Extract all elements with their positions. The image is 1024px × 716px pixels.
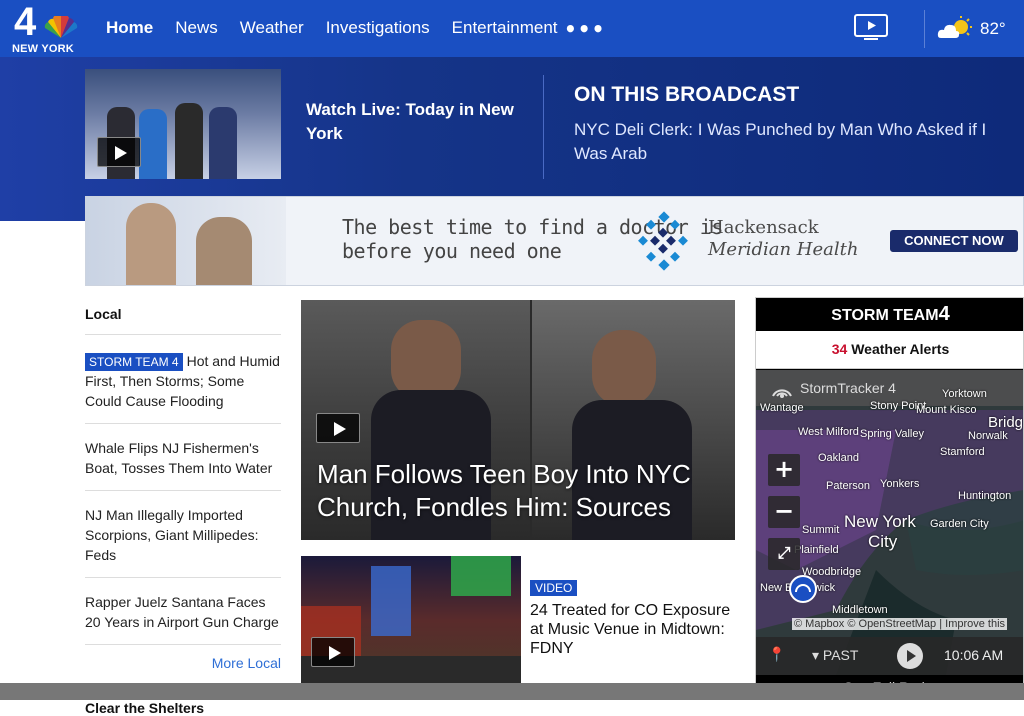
nav-weather[interactable]: Weather — [240, 18, 304, 38]
today-show-thumbnail[interactable] — [85, 69, 281, 179]
storm-team-badge: STORM TEAM 4 — [85, 353, 183, 371]
weather-panel: STORM TEAM4 34 Weather Alerts StormTrack… — [755, 297, 1024, 700]
page-bottom-bar — [0, 683, 1024, 700]
story-headline: NJ Man Illegally Imported Scorpions, Gia… — [85, 507, 259, 563]
hero-divider — [543, 75, 544, 179]
map-label: Garden City — [930, 518, 989, 530]
on-this-broadcast-title: ON THIS BROADCAST — [574, 83, 800, 106]
story-headline: Whale Flips NJ Fishermen's Boat, Tosses … — [85, 440, 273, 476]
main-story-card[interactable]: Man Follows Teen Boy Into NYC Church, Fo… — [301, 300, 735, 540]
map-label: Stamford — [940, 446, 985, 458]
alerts-count: 34 — [831, 341, 848, 357]
hackensack-ad-banner[interactable]: The best time to find a doctor is before… — [85, 196, 1024, 286]
sub-story-thumbnail[interactable] — [301, 556, 521, 686]
list-item[interactable]: STORM TEAM 4 Hot and Humid First, Then St… — [85, 335, 281, 424]
storm-team-number: 4 — [938, 303, 950, 325]
broadcast-story-text: NYC Deli Clerk: I Was Punched by Man Who… — [574, 120, 987, 163]
storm-team-4-logo[interactable]: STORM TEAM4 — [756, 298, 1023, 331]
ad-doctors-photo — [86, 197, 286, 285]
more-local-link[interactable]: More Local — [85, 645, 281, 686]
hackensack-logo-icon — [638, 211, 688, 271]
map-label: Summit — [802, 524, 840, 536]
map-label: Norwalk — [968, 430, 1008, 442]
connect-now-button[interactable]: CONNECT NOW — [890, 230, 1018, 252]
nav-divider — [924, 10, 925, 48]
story-headline: Rapper Juelz Santana Faces 20 Years in A… — [85, 594, 279, 630]
play-icon[interactable] — [97, 137, 141, 167]
map-label: Bridg — [988, 414, 1024, 431]
watch-tv-icon[interactable] — [854, 14, 888, 42]
map-label: Huntington — [958, 490, 1012, 502]
video-badge: VIDEO — [530, 580, 578, 596]
radar-timeline-controls: 📍 ▾ PAST 10:06 AM — [756, 637, 1023, 675]
map-label: Plainfield — [794, 544, 839, 556]
nav-entertainment[interactable]: Entertainment — [452, 18, 558, 38]
list-item[interactable]: Whale Flips NJ Fishermen's Boat, Tosses … — [85, 424, 281, 491]
map-pin-icon[interactable]: 📍 — [768, 646, 785, 663]
map-label: City — [868, 532, 898, 551]
radar-time: 10:06 AM — [944, 647, 1004, 663]
hackensack-wordmark: Hackensack Meridian Health — [708, 217, 858, 261]
storm-team-text: STORM TEAM — [831, 307, 939, 324]
local-section-title[interactable]: Local — [85, 300, 281, 335]
nav-home[interactable]: Home — [106, 18, 153, 38]
map-label: Wantage — [760, 402, 804, 414]
zoom-in-button[interactable]: + — [768, 454, 800, 486]
fullscreen-icon[interactable]: ⤢ — [768, 538, 800, 570]
map-label: Middletown — [832, 604, 888, 616]
nav-investigations[interactable]: Investigations — [326, 18, 430, 38]
play-icon[interactable] — [316, 413, 360, 443]
zoom-out-button[interactable]: − — [768, 496, 800, 528]
map-label: New York — [844, 512, 916, 531]
radar-play-icon[interactable] — [896, 642, 924, 670]
logo-city: NEW YORK — [12, 43, 74, 55]
local-news-list: Local STORM TEAM 4 Hot and Humid First, T… — [85, 300, 281, 716]
ellipsis-icon[interactable]: ••• — [564, 19, 605, 39]
broadcast-story-link[interactable]: NYC Deli Clerk: I Was Punched by Man Who… — [574, 118, 1024, 166]
alerts-label: Weather Alerts — [851, 341, 950, 357]
ad-brand-line1: Hackensack — [708, 217, 819, 238]
map-label: Spring Valley — [860, 428, 924, 440]
location-marker-icon[interactable] — [788, 574, 818, 604]
weather-alerts-link[interactable]: 34 Weather Alerts — [756, 331, 1023, 369]
map-label: Yorktown — [942, 388, 987, 400]
nav-news[interactable]: News — [175, 18, 218, 38]
map-label: Yonkers — [880, 478, 920, 490]
map-label: Paterson — [826, 480, 871, 492]
top-nav-bar: 4 NEW YORK Home News Weather Investigati… — [0, 0, 1024, 57]
main-nav: Home News Weather Investigations Enterta… — [106, 18, 580, 38]
map-attribution[interactable]: © Mapbox © OpenStreetMap | Improve this — [792, 618, 1008, 630]
nbc-new-york-logo[interactable]: 4 NEW YORK — [10, 0, 82, 55]
map-label: West Milford — [798, 426, 859, 438]
list-item[interactable]: Rapper Juelz Santana Faces 20 Years in A… — [85, 578, 281, 645]
list-item[interactable]: NJ Man Illegally Imported Scorpions, Gia… — [85, 491, 281, 578]
stormtracker-title: StormTracker 4 — [800, 380, 896, 396]
ad-brand-line2: Meridian Health — [708, 239, 859, 260]
temperature-readout[interactable]: 82° — [980, 19, 1006, 39]
radar-signal-icon — [772, 389, 792, 398]
play-icon[interactable] — [311, 637, 355, 667]
map-label: Oakland — [818, 452, 859, 464]
main-story-headline[interactable]: Man Follows Teen Boy Into NYC Church, Fo… — [317, 458, 727, 524]
peacock-icon — [44, 16, 78, 38]
sub-story-headline[interactable]: 24 Treated for CO Exposure at Music Venu… — [530, 601, 735, 658]
watch-live-link[interactable]: Watch Live: Today in New York — [306, 98, 531, 146]
past-label: PAST — [822, 647, 859, 663]
radar-map[interactable]: StormTracker 4 Wantage Stony Point Yorkt… — [756, 370, 1024, 675]
map-label: Mount Kisco — [916, 404, 977, 416]
logo-number: 4 — [14, 0, 37, 44]
partly-sunny-icon[interactable] — [937, 16, 975, 42]
past-dropdown[interactable]: ▾ PAST — [812, 647, 858, 664]
